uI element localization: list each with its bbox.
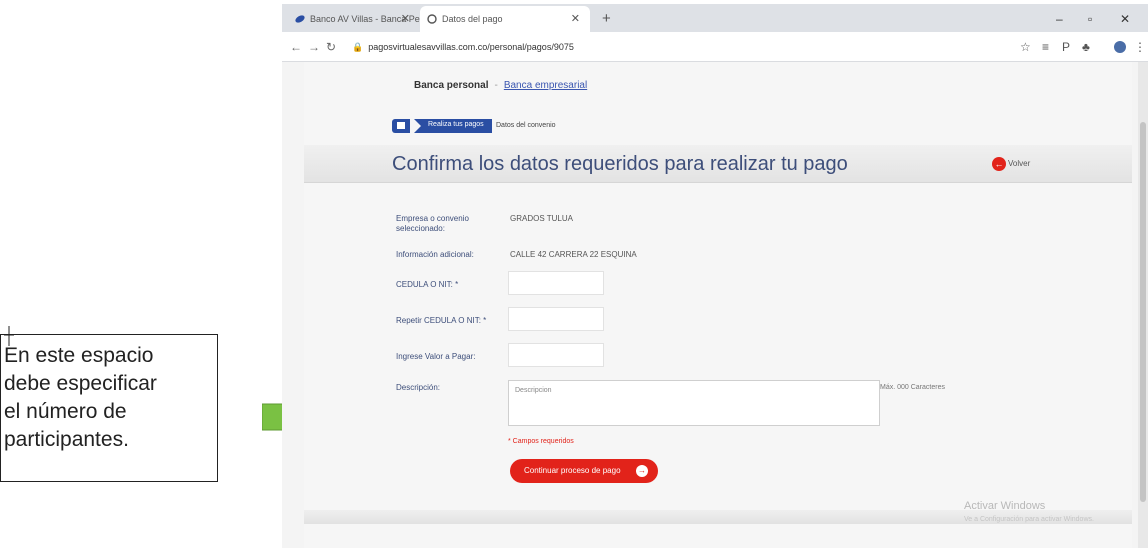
page-content: Banca personal - Banca empresarial Realiza… <box>304 62 1132 548</box>
star-icon[interactable]: ☆ <box>1020 40 1031 54</box>
profile-avatar[interactable] <box>1114 41 1126 53</box>
id-label: CEDULA O NIT: * <box>396 280 459 289</box>
annotation-line: En este espacio <box>4 344 154 367</box>
description-textarea[interactable]: Descripcion <box>508 380 880 426</box>
windows-watermark-title: Activar Windows <box>964 500 1046 512</box>
extension-icon[interactable]: P <box>1062 40 1070 54</box>
url-field[interactable]: 🔒 pagosvirtualesavvillas.com.co/personal/… <box>352 42 574 53</box>
minimize-icon[interactable]: – <box>1056 12 1063 26</box>
tab-close-icon[interactable]: ✕ <box>571 12 580 25</box>
url-text: pagosvirtualesavvillas.com.co/personal/p… <box>368 42 574 52</box>
volver-label: Volver <box>1008 159 1031 169</box>
continue-payment-button[interactable]: Continuar proceso de pago → <box>510 459 658 483</box>
top-nav: Banca personal - Banca empresarial <box>414 80 587 91</box>
tab-strip: Banco AV Villas - Banca Personal ✕ Datos… <box>282 4 1148 32</box>
tab-title: Datos del pago <box>442 14 503 24</box>
company-value: GRADOS TULUA <box>510 214 573 223</box>
globe-favicon-icon <box>427 14 437 24</box>
forward-arrow-icon[interactable]: → <box>308 40 320 54</box>
puzzle-icon[interactable]: ♣ <box>1082 40 1090 54</box>
menu-kebab-icon[interactable]: ⋮ <box>1134 40 1146 54</box>
tab-datos-del-pago[interactable]: Datos del pago ✕ <box>420 6 590 32</box>
amount-input[interactable] <box>508 343 604 367</box>
browser-window: Banco AV Villas - Banca Personal ✕ Datos… <box>282 0 1148 548</box>
arrow-right-circle-icon: → <box>636 465 648 477</box>
repeat-id-label: Repetir CEDULA O NIT: * <box>396 316 487 325</box>
nav-separator: - <box>494 80 498 91</box>
info-value: CALLE 42 CARRERA 22 ESQUINA <box>510 250 637 259</box>
breadcrumb-current: Datos del convenio <box>496 122 556 129</box>
nav-banca-empresarial[interactable]: Banca empresarial <box>504 80 587 91</box>
page-title: Confirma los datos requeridos para reali… <box>392 153 848 175</box>
continue-label: Continuar proceso de pago <box>524 466 621 475</box>
annotation-line: el número de <box>4 400 127 423</box>
close-window-icon[interactable]: ✕ <box>1120 12 1130 26</box>
tab-close-icon[interactable]: ✕ <box>401 12 410 25</box>
breadcrumb-realiza-pagos[interactable]: Realiza tus pagos <box>414 119 492 133</box>
required-note: * Campos requeridos <box>508 438 574 445</box>
volver-button[interactable]: ← Volver <box>992 157 1030 171</box>
title-bar: Confirma los datos requeridos para reali… <box>304 145 1132 183</box>
id-input[interactable] <box>508 271 604 295</box>
back-arrow-icon[interactable]: ← <box>290 40 302 54</box>
max-chars-note: Máx. 000 Caracteres <box>880 384 945 391</box>
reader-icon[interactable]: ≡ <box>1042 40 1049 54</box>
home-icon[interactable] <box>392 119 410 133</box>
description-label: Descripción: <box>396 383 441 392</box>
tab-banco-av-villas[interactable]: Banco AV Villas - Banca Personal ✕ <box>288 6 444 32</box>
annotation-text: En este espacio debe especificar el núme… <box>4 342 210 454</box>
info-label: Información adicional: <box>396 250 474 259</box>
bank-favicon-icon <box>295 15 305 23</box>
repeat-id-input[interactable] <box>508 307 604 331</box>
back-circle-icon: ← <box>992 157 1006 171</box>
nav-banca-personal[interactable]: Banca personal <box>414 80 488 91</box>
lock-icon: 🔒 <box>352 42 364 52</box>
annotation-line: debe especificar <box>4 372 157 395</box>
reload-icon[interactable]: ↻ <box>326 40 336 54</box>
page-viewport: Banca personal - Banca empresarial Realiza… <box>282 62 1148 548</box>
address-bar: ← → ↻ 🔒 pagosvirtualesavvillas.com.co/per… <box>282 32 1148 62</box>
new-tab-icon[interactable]: + <box>602 10 611 27</box>
amount-label: Ingrese Valor a Pagar: <box>396 352 476 361</box>
maximize-icon[interactable]: ▫ <box>1088 12 1092 26</box>
annotation-line: participantes. <box>4 428 129 451</box>
windows-watermark-text: Ve a Configuración para activar Windows. <box>964 516 1094 523</box>
company-label: Empresa o convenio seleccionado: <box>396 214 469 233</box>
